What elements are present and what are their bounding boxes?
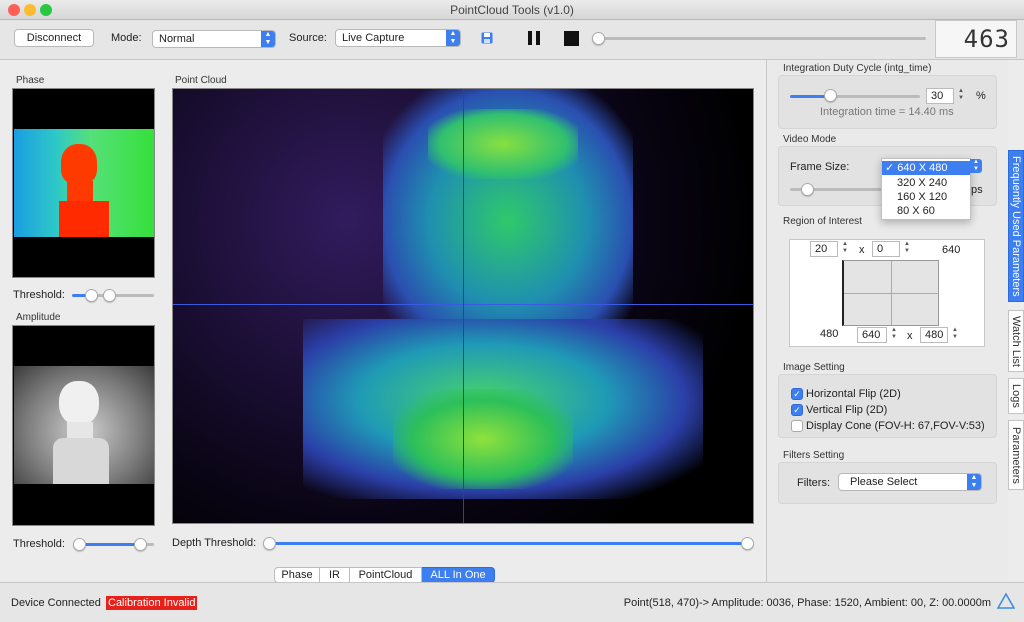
amplitude-image [12,325,155,526]
app-logo-icon [996,592,1016,609]
roi-x-stepper[interactable]: ▲ ▼ [841,241,849,257]
minimize-window-button[interactable] [24,4,36,16]
phase-threshold-min-knob[interactable] [85,289,98,302]
integration-unit: % [976,90,986,102]
checkmark-icon: ✓ [885,162,895,174]
device-status: Device Connected [11,597,101,609]
amplitude-title: Amplitude [16,312,61,323]
phase-title: Phase [16,75,45,86]
phase-threshold-max-knob[interactable] [103,289,116,302]
stop-icon[interactable] [564,31,579,46]
depth-threshold-max-knob[interactable] [741,537,754,550]
roi-x-field[interactable]: 20 [810,241,838,257]
phase-threshold-label: Threshold: [13,289,65,301]
filters-title: Filters Setting [783,450,845,461]
filters-select-value: Please Select [850,476,918,488]
vflip-label: Vertical Flip (2D) [806,404,888,416]
integration-slider[interactable] [830,95,920,98]
filters-select[interactable]: Please Select ▲ ▼ [838,473,982,491]
side-tab-frequently-used[interactable]: Frequently Used Parameters [1008,150,1024,302]
roi-xy-separator: x [859,244,865,256]
integration-value-field[interactable]: 30 [926,88,954,104]
point-info: Point(518, 470)-> Amplitude: 0036, Phase… [623,597,991,609]
pause-icon[interactable] [527,31,541,45]
select-arrows-icon: ▲ ▼ [261,31,275,47]
close-window-button[interactable] [8,4,20,16]
frame-counter: 463 [935,20,1017,58]
depth-threshold-min-knob[interactable] [263,537,276,550]
select-arrows-icon: ▲ ▼ [967,474,981,490]
frame-size-label: Frame Size: [790,161,850,173]
tab-all-in-one[interactable]: ALL In One [422,567,495,583]
roi-height-field[interactable]: 480 [920,327,948,343]
mode-select[interactable]: Normal ▲ ▼ [152,30,276,48]
side-tab-parameters[interactable]: Parameters [1008,420,1024,490]
phase-image [12,88,155,278]
integration-stepper[interactable]: ▲ ▼ [957,88,965,104]
roi-width-stepper[interactable]: ▲ ▼ [890,327,898,343]
fps-slider-knob[interactable] [801,183,814,196]
display-cone-label: Display Cone (FOV-H: 67,FOV-V:53) [806,420,985,432]
mode-select-value: Normal [159,33,195,45]
save-icon[interactable] [481,32,493,44]
source-label: Source: [289,32,327,44]
amplitude-threshold-label: Threshold: [13,538,65,550]
vflip-checkbox[interactable]: ✓ [791,404,803,416]
tab-ir[interactable]: IR [320,567,350,583]
amplitude-threshold-min-knob[interactable] [73,538,86,551]
hflip-label: Horizontal Flip (2D) [806,388,901,400]
window-title: PointCloud Tools (v1.0) [450,3,574,17]
source-select[interactable]: Live Capture ▲ ▼ [335,29,461,47]
roi-y-field[interactable]: 0 [872,241,900,257]
roi-width-field[interactable]: 640 [857,327,887,343]
playback-slider-knob[interactable] [592,32,605,45]
video-mode-title: Video Mode [783,134,837,145]
calibration-status-badge: Calibration Invalid [106,596,198,610]
roi-title: Region of Interest [783,216,862,227]
image-setting-title: Image Setting [783,362,845,373]
amplitude-threshold-max-knob[interactable] [134,538,147,551]
frame-size-select-arrows-icon[interactable]: ▲ ▼ [970,159,982,173]
pointcloud-view[interactable] [172,88,754,524]
tab-phase[interactable]: Phase [274,567,320,583]
tab-pointcloud[interactable]: PointCloud [350,567,422,583]
roi-max-width: 640 [942,244,961,256]
amplitude-threshold-slider[interactable] [146,543,154,546]
integration-slider-knob[interactable] [824,89,837,102]
depth-threshold-slider[interactable] [268,542,748,545]
display-cone-checkbox[interactable] [791,420,803,432]
integration-title: Integration Duty Cycle (intg_time) [783,63,932,74]
frame-size-dropdown: ✓ 640 X 480 320 X 240 160 X 120 80 X 60 [881,158,971,220]
zoom-window-button[interactable] [40,4,52,16]
filters-label: Filters: [797,477,830,489]
pointcloud-title: Point Cloud [175,75,227,86]
roi-max-height: 480 [820,328,839,340]
frame-size-option-320[interactable]: 320 X 240 [897,176,947,190]
frame-size-option-160[interactable]: 160 X 120 [897,190,947,204]
playback-slider[interactable] [598,37,926,40]
roi-y-stepper[interactable]: ▲ ▼ [903,241,911,257]
side-tab-logs[interactable]: Logs [1008,378,1024,414]
roi-preview[interactable] [842,260,939,326]
integration-time-note: Integration time = 14.40 ms [820,106,954,118]
roi-height-stepper[interactable]: ▲ ▼ [951,327,959,343]
roi-wh-separator: x [907,330,913,342]
disconnect-button[interactable]: Disconnect [14,29,94,47]
select-arrows-icon: ▲ ▼ [446,30,460,46]
title-bar: PointCloud Tools (v1.0) [0,0,1024,20]
side-tab-watch-list[interactable]: Watch List [1008,310,1024,372]
mode-label: Mode: [111,32,142,44]
depth-threshold-label: Depth Threshold: [172,537,257,549]
frame-size-option-80[interactable]: 80 X 60 [897,204,935,218]
hflip-checkbox[interactable]: ✓ [791,388,803,400]
frame-size-option-640[interactable]: ✓ 640 X 480 [882,161,970,175]
source-select-value: Live Capture [342,32,405,44]
